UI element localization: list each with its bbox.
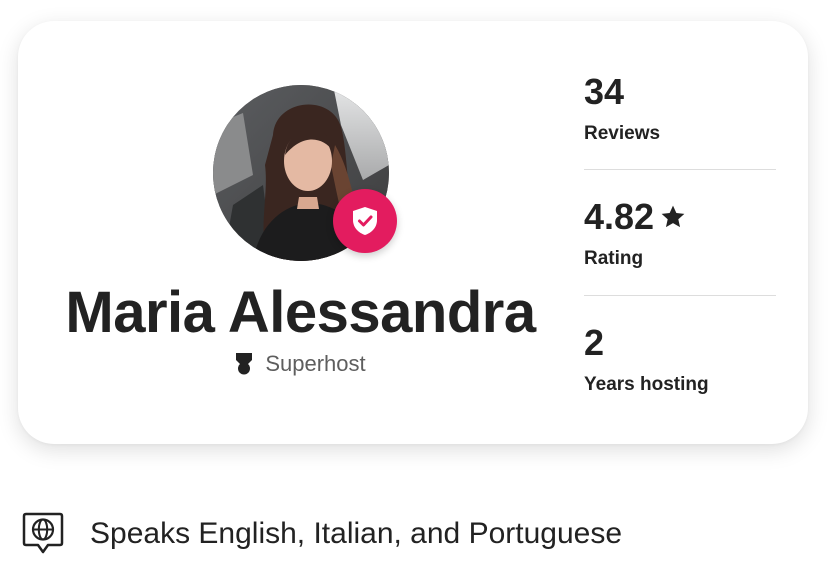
superhost-label: Superhost [265,351,366,376]
stat-reviews[interactable]: 34 Reviews [584,71,776,145]
verified-badge [333,189,397,253]
years-hosting-value: 2 [584,322,605,363]
stat-reviews-label: Reviews [584,123,661,144]
stat-divider [584,169,776,170]
star-icon [661,205,685,228]
languages-row: Speaks English, Italian, and Portuguese [20,511,622,557]
stat-reviews-value: 34 [584,71,776,113]
rating-value: 4.82 [584,196,655,237]
language-globe-icon [22,512,64,554]
stat-divider [584,295,776,296]
reviews-count: 34 [584,71,625,112]
shield-check-icon [353,207,377,235]
stat-rating: 4.82 Rating [584,196,776,270]
stat-rating-value: 4.82 [584,196,776,238]
superhost-medal-icon [235,352,253,376]
stat-years-value: 2 [584,322,776,364]
stat-years-hosting: 2 Years hosting [584,322,776,396]
host-name: Maria Alessandra [65,280,536,345]
superhost-badge: Superhost [18,351,583,377]
stat-years-label: Years hosting [584,374,709,395]
host-profile-card: Maria Alessandra Superhost 34 Reviews 4.… [18,21,808,444]
host-profile-page: Maria Alessandra Superhost 34 Reviews 4.… [0,0,830,568]
languages-text: Speaks English, Italian, and Portuguese [90,517,623,550]
stat-rating-label: Rating [584,248,644,269]
host-stats: 34 Reviews 4.82 Rating 2 Years hosting [584,21,776,444]
host-identity: Maria Alessandra Superhost [18,21,583,444]
